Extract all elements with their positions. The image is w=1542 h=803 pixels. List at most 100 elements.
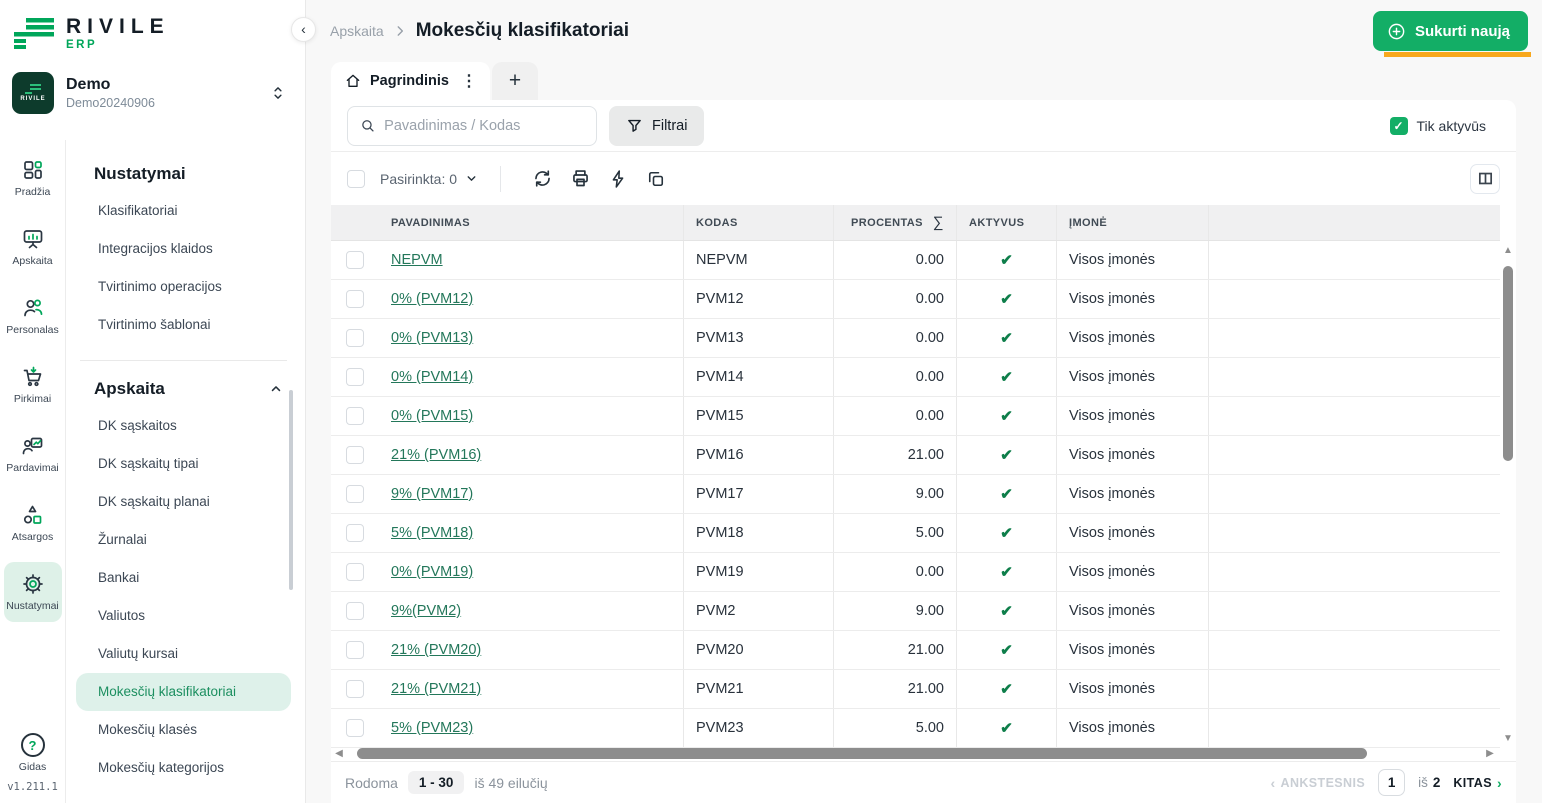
sidebar-item[interactable]: Žurnalai [76, 521, 291, 559]
column-header-aktyvus[interactable]: AKTYVUS [956, 205, 1056, 240]
row-name-cell: 0% (PVM13) [379, 319, 683, 357]
column-header-kodas[interactable]: KODAS [683, 205, 833, 240]
sidebar-item[interactable]: Valiutos [76, 597, 291, 635]
row-name-link[interactable]: 21% (PVM20) [391, 642, 481, 658]
row-checkbox[interactable] [346, 407, 364, 425]
row-checkbox[interactable] [346, 563, 364, 581]
add-tab-button[interactable]: + [492, 62, 538, 100]
rail-item-apskaita[interactable]: Apskaita [4, 217, 62, 277]
row-active-cell: ✔ [956, 670, 1056, 708]
sidebar-item[interactable]: Klasifikatoriai [76, 192, 291, 230]
tab-menu-icon[interactable]: ⋮ [458, 71, 480, 91]
sidebar-item[interactable]: Tvirtinimo operacijos [76, 268, 291, 306]
brand-sub: ERP [66, 40, 170, 52]
row-select-cell [331, 280, 379, 318]
row-name-link[interactable]: NEPVM [391, 252, 443, 268]
menu-section-title[interactable]: Apskaita [76, 379, 291, 399]
dashboard-icon [21, 158, 45, 182]
row-checkbox[interactable] [346, 602, 364, 620]
sidebar-item[interactable]: Mokesčių klasifikatoriai [76, 673, 291, 711]
row-checkbox[interactable] [346, 446, 364, 464]
print-button[interactable] [561, 164, 599, 194]
row-company-cell: Visos įmonės [1056, 475, 1208, 513]
row-checkbox[interactable] [346, 251, 364, 269]
row-checkbox[interactable] [346, 680, 364, 698]
rail-item-nustatymai[interactable]: Nustatymai [4, 562, 62, 622]
account-avatar: RIVILE [12, 72, 54, 114]
active-check-icon: ✔ [1000, 524, 1013, 542]
rail-item-personalas[interactable]: Personalas [4, 286, 62, 346]
row-checkbox[interactable] [346, 524, 364, 542]
row-name-link[interactable]: 9%(PVM2) [391, 603, 461, 619]
scroll-right-icon[interactable]: ▶ [1484, 748, 1496, 759]
sidebar-item[interactable]: Mokesčių klasės [76, 711, 291, 749]
avatar-logo-icon [25, 84, 41, 94]
scroll-up-icon[interactable]: ▲ [1503, 245, 1513, 257]
sigma-icon[interactable]: ∑ [933, 214, 944, 231]
horizontal-scroll-thumb[interactable] [357, 748, 1367, 759]
actions-button[interactable] [599, 164, 637, 194]
sidebar-item[interactable]: Tvirtinimo šablonai [76, 306, 291, 344]
column-header-imone[interactable]: ĮMONĖ [1056, 205, 1208, 240]
row-name-link[interactable]: 21% (PVM16) [391, 447, 481, 463]
sidebar-item[interactable]: Bankai [76, 559, 291, 597]
scroll-down-icon[interactable]: ▼ [1503, 733, 1513, 745]
sidebar-item[interactable]: DK sąskaitų planai [76, 483, 291, 521]
rail-item-pradzia[interactable]: Pradžia [4, 148, 62, 208]
selected-count[interactable]: Pasirinkta: 0 [380, 171, 478, 187]
row-name-link[interactable]: 5% (PVM18) [391, 525, 473, 541]
row-checkbox[interactable] [346, 719, 364, 737]
previous-page-button[interactable]: ‹ ANKSTESNIS [1270, 775, 1365, 791]
tab-pagrindinis[interactable]: Pagrindinis ⋮ [331, 62, 490, 100]
copy-button[interactable] [637, 164, 675, 194]
rail-item-atsargos[interactable]: Atsargos [4, 493, 62, 553]
row-checkbox[interactable] [346, 641, 364, 659]
refresh-button[interactable] [523, 164, 561, 194]
row-checkbox[interactable] [346, 485, 364, 503]
column-header-procentas[interactable]: PROCENTAS ∑ [833, 205, 956, 240]
rail-item-pardavimai[interactable]: Pardavimai [4, 424, 62, 484]
row-checkbox[interactable] [346, 368, 364, 386]
row-empty-cell [1208, 514, 1500, 552]
sidebar-collapse-button[interactable]: ‹ [291, 17, 316, 42]
account-switcher[interactable]: RIVILE Demo Demo20240906 [12, 72, 291, 114]
app-root: RIVILE ERP RIVILE Demo Demo20240906 [0, 0, 1542, 803]
vertical-scrollbar[interactable]: ▲ ▼ [1500, 245, 1516, 745]
scroll-left-icon[interactable]: ◀ [333, 748, 345, 759]
row-name-link[interactable]: 5% (PVM23) [391, 720, 473, 736]
row-checkbox[interactable] [346, 329, 364, 347]
row-name-cell: 5% (PVM18) [379, 514, 683, 552]
sidebar-item[interactable]: DK sąskaitos [76, 407, 291, 445]
row-name-link[interactable]: 21% (PVM21) [391, 681, 481, 697]
row-percent-cell: 0.00 [833, 241, 956, 279]
rail-item-pirkimai[interactable]: Pirkimai [4, 355, 62, 415]
breadcrumb[interactable]: Apskaita [330, 23, 384, 39]
select-all-checkbox[interactable] [347, 170, 365, 188]
sidebar-item[interactable]: Mokesčių kategorijos [76, 749, 291, 787]
next-page-button[interactable]: KITAS › [1453, 775, 1502, 791]
row-percent-cell: 0.00 [833, 397, 956, 435]
sidebar-item[interactable]: DK sąskaitų tipai [76, 445, 291, 483]
column-settings-button[interactable] [1470, 164, 1500, 194]
create-new-button[interactable]: Sukurti naują [1373, 11, 1528, 51]
rail-item-gidas[interactable]: ? Gidas [19, 733, 46, 773]
column-header-pavadinimas[interactable]: PAVADINIMAS [379, 205, 683, 240]
menu-scrollbar[interactable] [289, 390, 293, 590]
current-page-input[interactable]: 1 [1378, 769, 1405, 796]
row-name-cell: 21% (PVM21) [379, 670, 683, 708]
filters-button[interactable]: Filtrai [609, 106, 704, 146]
search-input[interactable] [384, 118, 584, 134]
row-name-link[interactable]: 0% (PVM15) [391, 408, 473, 424]
row-checkbox[interactable] [346, 290, 364, 308]
sidebar-item[interactable]: Integracijos klaidos [76, 230, 291, 268]
row-name-link[interactable]: 0% (PVM14) [391, 369, 473, 385]
row-name-link[interactable]: 0% (PVM13) [391, 330, 473, 346]
row-name-link[interactable]: 0% (PVM19) [391, 564, 473, 580]
vertical-scroll-thumb[interactable] [1503, 266, 1513, 461]
row-name-link[interactable]: 0% (PVM12) [391, 291, 473, 307]
sidebar-item[interactable]: Valiutų kursai [76, 635, 291, 673]
horizontal-scrollbar[interactable]: ◀ ▶ [333, 747, 1496, 760]
active-only-toggle[interactable]: ✓ Tik aktyvūs [1390, 117, 1487, 135]
active-check-icon: ✔ [1000, 680, 1013, 698]
row-name-link[interactable]: 9% (PVM17) [391, 486, 473, 502]
